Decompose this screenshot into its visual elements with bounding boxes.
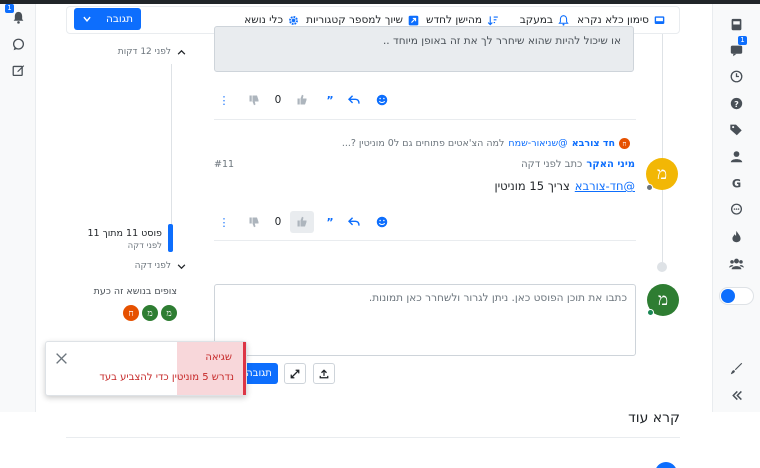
quoted-text-block: או שיכול להיות שהוא שיחרר לך את זה באופן… (214, 26, 634, 72)
fire-icon[interactable] (728, 228, 744, 244)
navigator-position-time: לפני דקה (127, 241, 162, 251)
downvote-icon[interactable] (244, 211, 264, 233)
navigator-top-label: לפני 12 דקות (117, 47, 171, 57)
navigator-bottom[interactable]: לפני דקה (66, 258, 186, 274)
post-header: מיני האקר כתב לפני דקה (521, 159, 635, 170)
post-timestamp: כתב לפני דקה (521, 159, 583, 170)
mark-unread-label: סימון כלא נקרא (577, 14, 649, 26)
post-content: צריך 15 מוניטין (494, 179, 570, 193)
reply-arrow-icon[interactable] (344, 89, 364, 111)
edit-icon[interactable] (10, 62, 26, 78)
error-toast: שגיאה נדרש 5 מוניטין כדי להצביע בעד (45, 341, 247, 396)
navigator-track (171, 64, 172, 224)
post-actions: ⋮ 0 ” (214, 211, 414, 233)
navigator-handle[interactable] (168, 224, 173, 252)
tags-icon[interactable] (728, 121, 744, 137)
post-body: @חד-צורבא צריך 15 מוניטין (494, 179, 635, 193)
svg-text:G: G (731, 177, 740, 190)
quoted-text: או שיכול להיות שהוא שיחרר לך את זה באופן… (382, 35, 621, 47)
upload-button[interactable] (313, 363, 335, 384)
timeline-node (657, 262, 667, 272)
reply-label: תגובה (105, 13, 133, 25)
post-actions: ⋮ 0 ” (214, 89, 414, 111)
parent-excerpt: למה הצ'אטים פתוחים גם ל0 מוניטין ?... (341, 138, 505, 149)
notification-badge: 1 (5, 4, 14, 13)
clock-icon[interactable] (728, 68, 744, 84)
reply-arrow-icon[interactable] (344, 211, 364, 233)
downvote-icon[interactable] (244, 89, 264, 111)
chevron-up-icon (177, 49, 186, 55)
toast-header (177, 342, 243, 395)
emoji-icon[interactable] (372, 89, 392, 111)
external-link-icon (408, 15, 419, 25)
topic-tools-label: כלי נושא (244, 14, 283, 26)
vote-count: 0 (274, 94, 282, 106)
comment-icon[interactable] (728, 201, 744, 217)
divider (214, 119, 636, 120)
inbox-icon (654, 15, 665, 24)
toggle-knob (721, 289, 735, 303)
quick-reply-textarea[interactable]: כתבו את תוכן הפוסט כאן. ניתן לגרור ולשחר… (214, 284, 636, 356)
status-dot (646, 184, 653, 191)
notification-badge: 1 (738, 36, 747, 45)
help-icon[interactable]: ? (728, 95, 744, 111)
right-sidebar: 1 ? G (712, 4, 760, 412)
google-icon[interactable]: G (728, 175, 744, 191)
composer-placeholder: כתבו את תוכן הפוסט כאן. ניתן לגרור ולשחר… (368, 292, 627, 304)
gear-icon (289, 15, 298, 25)
vote-count: 0 (274, 216, 282, 228)
theme-toggle[interactable] (719, 287, 754, 305)
navigator-top[interactable]: לפני 12 דקות (66, 44, 186, 60)
user-icon[interactable] (728, 148, 744, 164)
users-icon[interactable] (728, 255, 744, 271)
multi-category-label: שיוך למספר קטגוריות (306, 14, 403, 26)
more-options-icon[interactable]: ⋮ (214, 211, 234, 233)
left-sidebar: 1 (0, 4, 36, 412)
toast-message: נדרש 5 מוניטין כדי להצביע בעד (99, 372, 234, 383)
post-index[interactable]: #11 (214, 159, 234, 170)
more-options-icon[interactable]: ⋮ (214, 89, 234, 111)
parent-post-reference[interactable]: ח חד צורבא @שניאור-שמח למה הצ'אטים פתוחי… (210, 138, 630, 149)
read-more-heading: קרא עוד (628, 410, 680, 426)
upvote-icon[interactable] (292, 89, 312, 111)
chat-icon[interactable] (10, 36, 26, 52)
bell-icon (558, 14, 569, 26)
sort-label: מהישן לחדש (426, 14, 482, 26)
watching-label: במעקב (519, 14, 553, 26)
expand-button[interactable] (284, 363, 306, 384)
viewer-avatar[interactable]: מ (142, 305, 158, 321)
chevron-down-icon (177, 263, 186, 269)
divider (66, 437, 680, 438)
reply-button[interactable]: תגובה (74, 8, 141, 30)
quote-icon[interactable]: ” (320, 89, 340, 111)
post-mention[interactable]: @חד-צורבא (575, 179, 635, 193)
inbox-icon[interactable] (728, 16, 744, 32)
parent-author: חד צורבא (571, 138, 615, 149)
divider (214, 240, 636, 241)
toast-title: שגיאה (205, 352, 232, 363)
status-dot (647, 309, 654, 316)
navigator-bottom-label: לפני דקה (134, 261, 171, 271)
post-timeline-line (662, 34, 663, 266)
svg-text:?: ? (734, 98, 739, 108)
upvote-icon[interactable] (290, 211, 314, 233)
close-icon[interactable] (55, 352, 69, 366)
viewer-avatar[interactable]: מ (161, 305, 177, 321)
expand-icon (290, 369, 300, 378)
brush-icon[interactable] (728, 360, 744, 376)
viewers-label: צופים בנושא זה כעת (93, 286, 177, 297)
emoji-icon[interactable] (372, 211, 392, 233)
viewer-avatar[interactable]: ח (123, 305, 139, 321)
post-author[interactable]: מיני האקר (586, 159, 635, 170)
top-strip (0, 0, 760, 4)
upload-icon (319, 368, 329, 378)
avatar: ח (619, 138, 630, 149)
chevron-down-icon (83, 16, 91, 22)
parent-mention: @שניאור-שמח (508, 138, 568, 149)
navigator-position: פוסט 11 מתוך 11 (87, 228, 163, 239)
toast-accent (243, 342, 246, 395)
quote-icon[interactable]: ” (320, 211, 340, 233)
collapse-icon[interactable] (728, 387, 744, 403)
sort-icon (487, 15, 498, 25)
